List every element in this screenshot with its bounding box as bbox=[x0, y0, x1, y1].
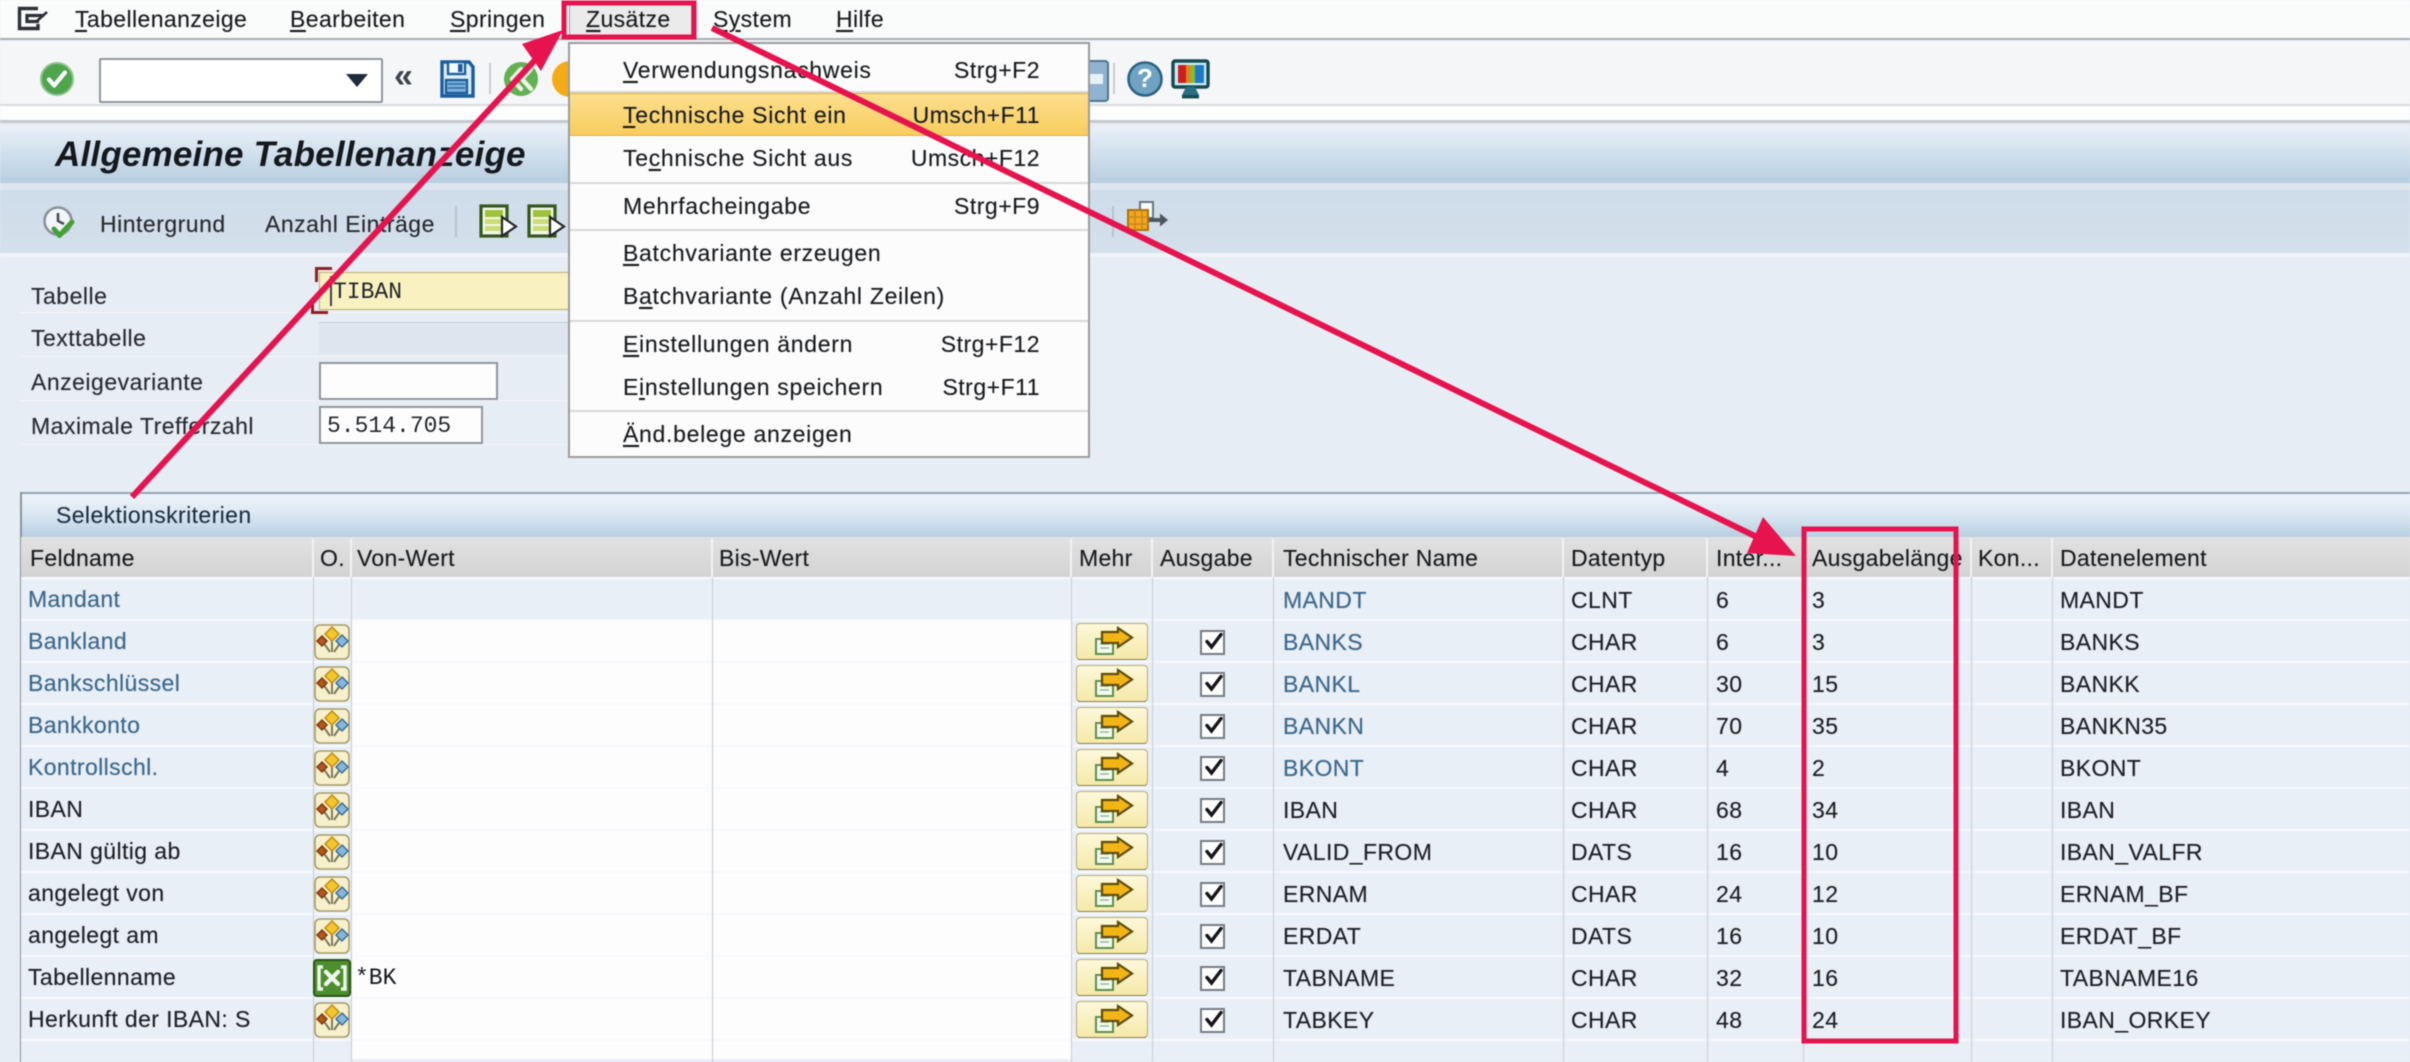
svg-text:?: ? bbox=[1137, 63, 1153, 93]
